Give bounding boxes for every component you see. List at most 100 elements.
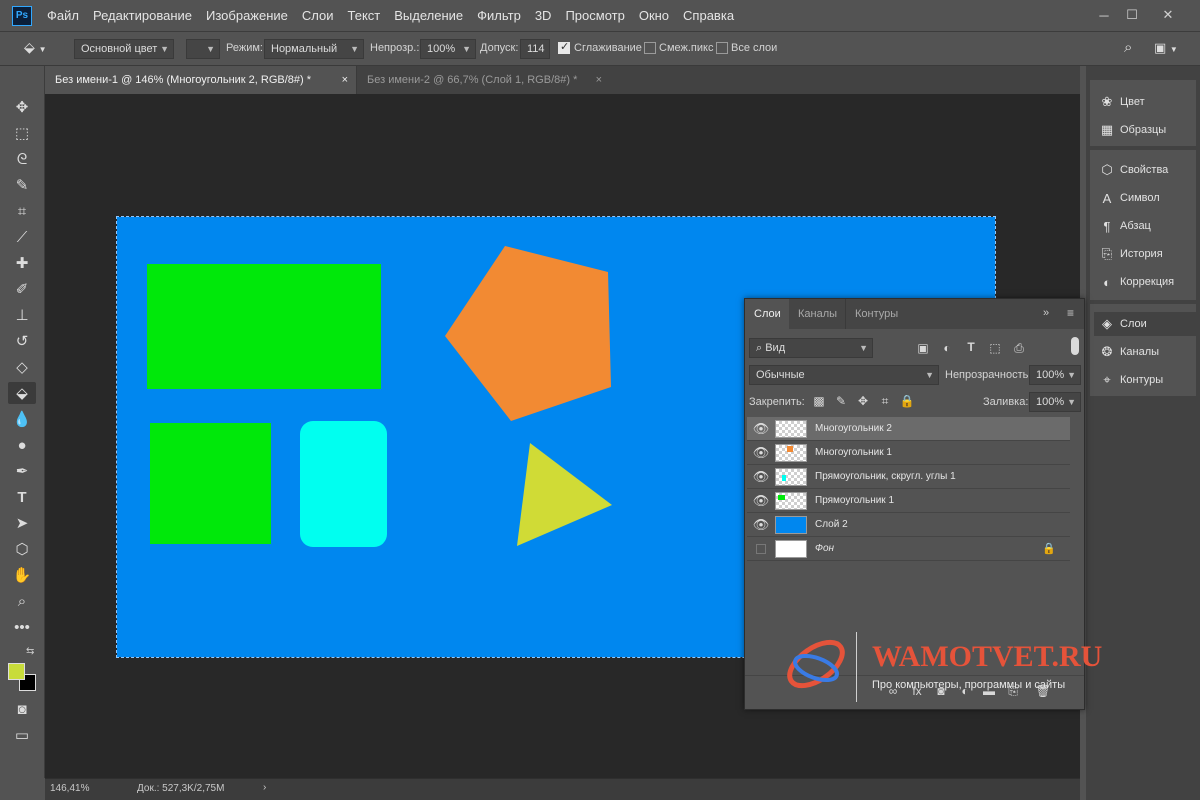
tab-layers[interactable]: Слои <box>745 299 790 329</box>
layer-filter-select[interactable]: ⌕ Вид ▼ <box>749 338 873 358</box>
lock-brush-icon[interactable]: ✎ <box>833 394 849 408</box>
pen-tool-icon[interactable]: ✒ <box>8 460 36 482</box>
filter-adjust-icon[interactable]: ◐ <box>939 341 955 355</box>
layer-row[interactable]: 👁 Многоугольник 2 <box>747 417 1070 441</box>
dock-paths[interactable]: ⌖ Контуры <box>1094 368 1196 392</box>
orange-pentagon[interactable] <box>445 246 611 421</box>
quick-mask-icon[interactable]: ◙ <box>8 698 36 720</box>
search-icon[interactable]: ⌕ <box>1124 39 1132 56</box>
filter-type-icon[interactable]: T <box>963 340 979 354</box>
tab-document-1[interactable]: Без имени-1 @ 146% (Многоугольник 2, RGB… <box>45 66 356 94</box>
lock-transparent-icon[interactable]: ▩ <box>811 394 827 408</box>
zoom-tool-icon[interactable]: ⌕ <box>8 590 36 612</box>
menu-filter[interactable]: Фильтр <box>470 0 528 32</box>
healing-tool-icon[interactable]: ✚ <box>8 252 36 274</box>
lock-all-icon[interactable]: 🔒 <box>899 394 915 408</box>
collapse-icon[interactable]: » <box>1043 307 1049 319</box>
close-tab-icon[interactable]: × <box>596 66 602 94</box>
eye-icon[interactable]: 👁 <box>747 469 775 485</box>
workspace-icon[interactable]: ▣ ▼ <box>1154 40 1178 56</box>
dock-color[interactable]: ❀ Цвет <box>1094 90 1196 114</box>
move-tool-icon[interactable]: ✥ <box>8 96 36 118</box>
contiguous-checkbox[interactable] <box>644 42 656 54</box>
fill-source-select[interactable]: Основной цвет ▼ <box>74 39 174 59</box>
tab-paths[interactable]: Контуры <box>845 299 908 329</box>
filter-pixel-icon[interactable]: ▣ <box>915 341 931 355</box>
hand-tool-icon[interactable]: ✋ <box>8 564 36 586</box>
filter-shape-icon[interactable]: ⬚ <box>987 341 1003 355</box>
dock-swatches[interactable]: ▦ Образцы <box>1094 118 1196 142</box>
status-arrow-icon[interactable]: › <box>263 782 266 793</box>
blend-mode-select[interactable]: Обычные ▼ <box>749 365 939 385</box>
zoom-level[interactable]: 146,41% <box>50 783 89 794</box>
dock-paragraph[interactable]: ¶ Абзац <box>1094 214 1196 238</box>
layer-opacity-field[interactable]: 100% ▼ <box>1029 365 1081 385</box>
layer-fill-field[interactable]: 100% ▼ <box>1029 392 1081 412</box>
antialias-checkbox[interactable] <box>558 40 570 54</box>
swap-colors-icon[interactable]: ⇆ <box>26 646 34 657</box>
history-brush-tool-icon[interactable]: ↺ <box>8 330 36 352</box>
menu-window[interactable]: Окно <box>632 0 676 32</box>
menu-type[interactable]: Текст <box>341 0 388 32</box>
eye-icon[interactable]: 👁 <box>747 493 775 509</box>
dock-history[interactable]: ⎘ История <box>1094 242 1196 266</box>
tab-channels[interactable]: Каналы <box>789 299 847 329</box>
layer-row[interactable]: 👁 Прямоугольник 1 <box>747 489 1070 513</box>
paint-bucket-preset-icon[interactable]: ⬙ ▼ <box>24 39 62 59</box>
maximize-icon[interactable]: ☐ <box>1122 6 1142 24</box>
stamp-tool-icon[interactable]: ⊥ <box>8 304 36 326</box>
tab-document-2[interactable]: Без имени-2 @ 66,7% (Слой 1, RGB/8#) * × <box>356 66 610 94</box>
dodge-tool-icon[interactable]: ● <box>8 434 36 456</box>
menu-help[interactable]: Справка <box>676 0 741 32</box>
menu-image[interactable]: Изображение <box>199 0 295 32</box>
opacity-field[interactable]: 100% ▼ <box>420 39 476 59</box>
close-icon[interactable]: ✕ <box>1158 6 1178 24</box>
marquee-tool-icon[interactable]: ⬚ <box>8 122 36 144</box>
more-tools-icon[interactable]: ••• <box>8 616 36 638</box>
layer-row[interactable]: 👁 Слой 2 <box>747 513 1070 537</box>
pattern-picker[interactable]: ▼ <box>186 39 220 59</box>
lasso-tool-icon[interactable]: ᘓ <box>8 148 36 170</box>
layer-row[interactable]: 👁 Прямоугольник, скругл. углы 1 <box>747 465 1070 489</box>
filter-toggle[interactable] <box>1071 337 1079 355</box>
dock-properties[interactable]: ⬡ Свойства <box>1094 158 1196 182</box>
dock-adjustments[interactable]: ◐ Коррекция <box>1094 270 1196 294</box>
green-rectangle-small[interactable] <box>150 423 271 544</box>
menu-file[interactable]: Файл <box>40 0 86 32</box>
menu-select[interactable]: Выделение <box>387 0 470 32</box>
menu-view[interactable]: Просмотр <box>558 0 631 32</box>
yellow-triangle[interactable] <box>517 443 612 546</box>
dock-layers[interactable]: ◈ Слои <box>1094 312 1196 336</box>
quick-select-tool-icon[interactable]: ✎ <box>8 174 36 196</box>
eye-icon[interactable]: 👁 <box>747 517 775 533</box>
minimize-icon[interactable]: ─ <box>1094 6 1114 24</box>
path-select-tool-icon[interactable]: ➤ <box>8 512 36 534</box>
blur-tool-icon[interactable]: 💧 <box>8 408 36 430</box>
close-tab-icon[interactable]: × <box>342 66 348 94</box>
dock-channels[interactable]: ❂ Каналы <box>1094 340 1196 364</box>
shape-tool-icon[interactable]: ⬡ <box>8 538 36 560</box>
foreground-color-swatch[interactable] <box>8 663 25 680</box>
lock-move-icon[interactable]: ✥ <box>855 394 871 408</box>
tolerance-field[interactable]: 114 <box>520 39 550 59</box>
cyan-rounded-rectangle[interactable] <box>300 421 387 547</box>
green-rectangle-large[interactable] <box>147 264 381 389</box>
screen-mode-icon[interactable]: ▭ <box>8 724 36 746</box>
eraser-tool-icon[interactable]: ◇ <box>8 356 36 378</box>
panel-menu-icon[interactable]: ≡ <box>1067 306 1074 320</box>
mode-select[interactable]: Нормальный ▼ <box>264 39 364 59</box>
layer-row[interactable]: Фон 🔒 <box>747 537 1070 561</box>
menu-edit[interactable]: Редактирование <box>86 0 199 32</box>
menu-layers[interactable]: Слои <box>295 0 341 32</box>
paint-bucket-tool-icon[interactable]: ⬙ <box>8 382 36 404</box>
menu-3d[interactable]: 3D <box>528 0 559 32</box>
eyedropper-tool-icon[interactable]: ⟋ <box>8 226 36 248</box>
eye-icon[interactable]: 👁 <box>747 421 775 437</box>
dock-character[interactable]: A Символ <box>1094 186 1196 210</box>
layer-row[interactable]: 👁 Многоугольник 1 <box>747 441 1070 465</box>
visibility-off-icon[interactable] <box>756 543 766 554</box>
crop-tool-icon[interactable]: ⌗ <box>8 200 36 222</box>
filter-smart-icon[interactable]: ⎙ <box>1011 341 1027 356</box>
type-tool-icon[interactable]: T <box>8 486 36 508</box>
brush-tool-icon[interactable]: ✐ <box>8 278 36 300</box>
